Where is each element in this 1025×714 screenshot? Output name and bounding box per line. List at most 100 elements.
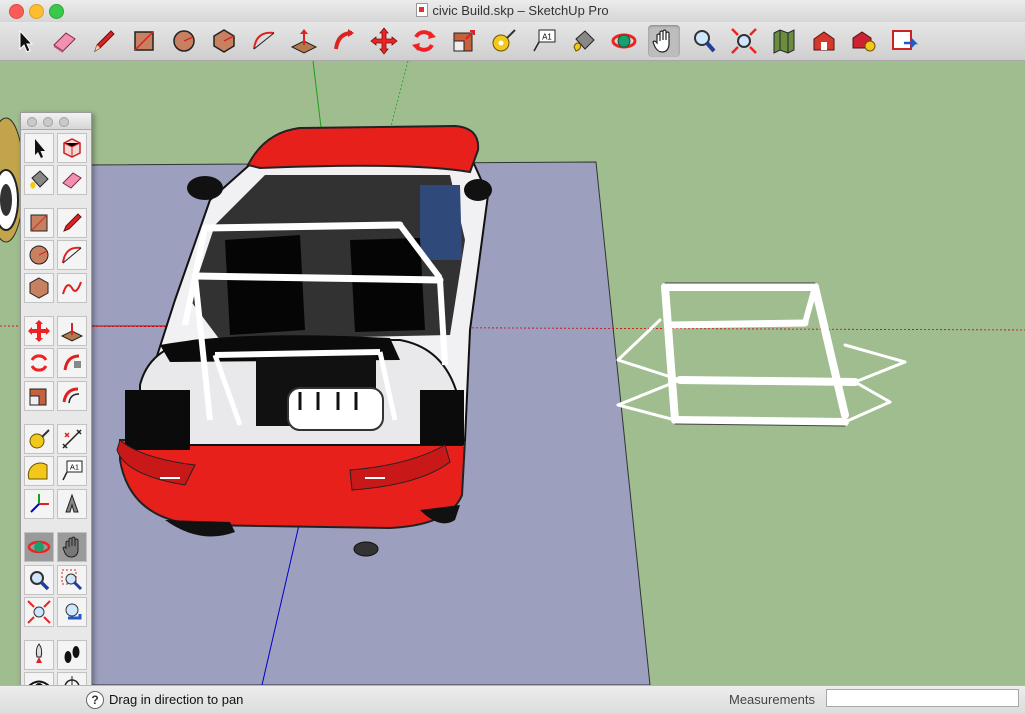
- rectangle-tool-button[interactable]: [128, 25, 160, 57]
- magnifier-icon: [694, 30, 716, 53]
- help-icon[interactable]: ?: [86, 691, 104, 709]
- pan-tool-button[interactable]: [648, 25, 680, 57]
- measurements-input[interactable]: [826, 689, 1019, 707]
- push-pull-tool-button[interactable]: [288, 25, 320, 57]
- palette-circle-button[interactable]: [24, 240, 54, 270]
- send-to-layout-tool-button[interactable]: [888, 25, 920, 57]
- pencil-icon: [94, 30, 115, 53]
- paint-bucket-icon: [30, 170, 49, 189]
- warehouse-icon: [813, 31, 835, 51]
- move-icon: [370, 27, 398, 55]
- palette-walk-button[interactable]: [57, 640, 87, 670]
- palette-text-button[interactable]: A1: [57, 456, 87, 486]
- extension-icon: [852, 31, 876, 52]
- palette-scale-button[interactable]: [24, 381, 54, 411]
- dimension-icon: [62, 429, 82, 449]
- orbit-icon: [27, 540, 51, 554]
- follow-me-icon: [63, 354, 81, 371]
- palette-select-button[interactable]: [24, 133, 54, 163]
- palette-rectangle-button[interactable]: [24, 208, 54, 238]
- 3d-warehouse-tool-button[interactable]: [808, 25, 840, 57]
- map-icon: [773, 29, 795, 54]
- position-camera-icon: [35, 643, 43, 663]
- zoom-extents-tool-button[interactable]: [728, 25, 760, 57]
- model-canvas[interactable]: [0, 61, 1025, 685]
- orbit-tool-button[interactable]: [608, 25, 640, 57]
- palette-tape-measure-button[interactable]: [24, 424, 54, 454]
- palette-eraser-button[interactable]: [57, 165, 87, 195]
- rectangle-icon: [134, 31, 154, 51]
- rotate-icon: [412, 30, 436, 52]
- palette-position-camera-button[interactable]: [24, 640, 54, 670]
- pencil-tool-button[interactable]: [88, 25, 120, 57]
- text-label-icon: A1: [62, 460, 83, 481]
- magnifier-icon: [30, 571, 50, 591]
- text-tool-button[interactable]: A1: [528, 25, 560, 57]
- palette-polygon-button[interactable]: [24, 273, 54, 303]
- move-icon: [28, 320, 50, 342]
- model-viewport[interactable]: [0, 61, 1025, 685]
- status-message: Drag in direction to pan: [109, 692, 244, 707]
- eraser-icon: [62, 172, 82, 189]
- palette-dimension-button[interactable]: [57, 424, 87, 454]
- axes-icon: [30, 494, 49, 513]
- tape-measure-tool-button[interactable]: [488, 25, 520, 57]
- palette-titlebar[interactable]: [21, 113, 91, 130]
- arc-icon: [62, 246, 82, 264]
- palette-minimize-button[interactable]: [43, 117, 53, 127]
- rotate-tool-button[interactable]: [408, 25, 440, 57]
- move-tool-button[interactable]: [368, 25, 400, 57]
- palette-orbit-button[interactable]: [24, 532, 54, 562]
- roll-cage-frame[interactable]: [616, 282, 907, 427]
- text-tool-label: A1: [542, 33, 552, 42]
- palette-zoom-extents-button[interactable]: [24, 597, 54, 627]
- palette-3d-text-button[interactable]: [57, 489, 87, 519]
- previous-view-icon: [65, 603, 82, 620]
- palette-move-button[interactable]: [24, 316, 54, 346]
- push-pull-icon: [60, 323, 84, 342]
- palette-previous-view-button[interactable]: [57, 597, 87, 627]
- palette-zoom-button[interactable]: [59, 117, 69, 127]
- palette-push-pull-button[interactable]: [57, 316, 87, 346]
- palette-offset-button[interactable]: [57, 381, 87, 411]
- palette-pan-button[interactable]: [57, 532, 87, 562]
- pencil-icon: [63, 213, 82, 232]
- polygon-tool-button[interactable]: [208, 25, 240, 57]
- palette-freehand-button[interactable]: [57, 273, 87, 303]
- palette-axes-button[interactable]: [24, 489, 54, 519]
- eraser-tool-button[interactable]: [48, 25, 80, 57]
- scale-tool-button[interactable]: [448, 25, 480, 57]
- polygon-icon: [213, 29, 235, 53]
- palette-zoom-window-button[interactable]: [57, 565, 87, 595]
- palette-paint-bucket-button[interactable]: [24, 165, 54, 195]
- palette-follow-me-button[interactable]: [57, 348, 87, 378]
- zoom-extents-icon: [731, 28, 757, 54]
- text-label-icon: A1: [533, 29, 556, 52]
- green-axis-dashed: [389, 61, 409, 131]
- circle-icon: [29, 245, 49, 265]
- arc-icon: [253, 31, 275, 50]
- component-icon: [63, 138, 81, 158]
- palette-protractor-button[interactable]: [24, 456, 54, 486]
- scale-icon: [453, 30, 475, 52]
- window-title-text: civic Build.skp – SketchUp Pro: [432, 3, 609, 18]
- extension-warehouse-tool-button[interactable]: [848, 25, 880, 57]
- arc-tool-button[interactable]: [248, 25, 280, 57]
- hand-icon: [62, 536, 79, 558]
- palette-make-component-button[interactable]: [57, 133, 87, 163]
- palette-line-button[interactable]: [57, 208, 87, 238]
- palette-arc-button[interactable]: [57, 240, 87, 270]
- palette-zoom-button[interactable]: [24, 565, 54, 595]
- select-tool-button[interactable]: [9, 25, 41, 57]
- palette-rotate-button[interactable]: [24, 348, 54, 378]
- add-location-tool-button[interactable]: [768, 25, 800, 57]
- follow-me-tool-button[interactable]: [328, 25, 360, 57]
- circle-icon: [173, 30, 195, 52]
- circle-tool-button[interactable]: [168, 25, 200, 57]
- polygon-icon: [29, 277, 49, 299]
- zoom-tool-button[interactable]: [688, 25, 720, 57]
- paint-bucket-tool-button[interactable]: [568, 25, 600, 57]
- measurements-label: Measurements: [729, 692, 815, 707]
- push-pull-icon: [290, 29, 318, 54]
- palette-close-button[interactable]: [27, 117, 37, 127]
